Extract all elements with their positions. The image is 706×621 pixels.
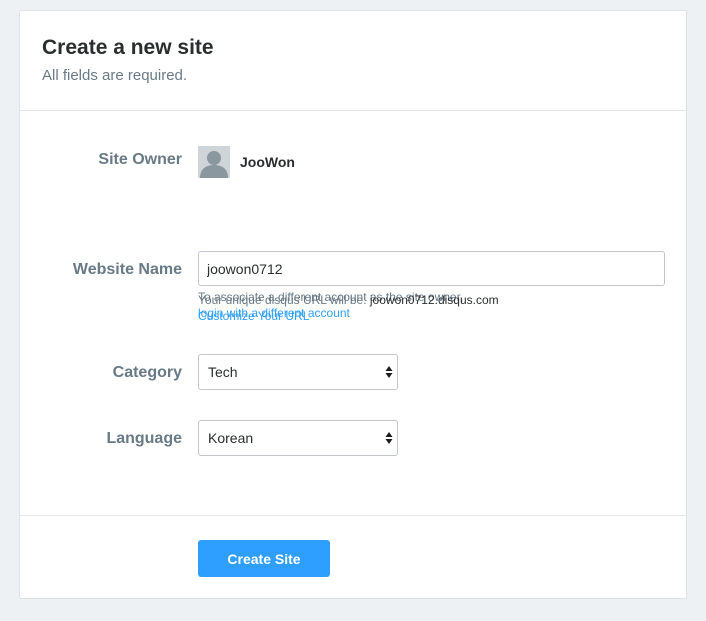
language-label: Language <box>106 430 182 447</box>
disqus-url: joowon0712.disqus.com <box>369 293 499 307</box>
url-help-text: Your unique disqus URL will be: joowon07… <box>198 292 499 308</box>
create-site-button[interactable]: Create Site <box>198 540 330 577</box>
select-arrows-icon <box>385 366 393 378</box>
url-help-prefix: Your unique disqus URL will be: <box>198 293 367 307</box>
site-owner-label: Site Owner <box>98 151 182 168</box>
website-name-label: Website Name <box>72 261 182 278</box>
category-label: Category <box>112 364 182 381</box>
page-subtitle: All fields are required. <box>42 67 188 84</box>
user-avatar-icon <box>198 146 230 178</box>
card-header: Create a new site All fields are require… <box>20 11 686 111</box>
form-body: Site Owner JooWon To associate a differe… <box>20 111 686 516</box>
category-selected-value: Tech <box>208 364 238 380</box>
customize-url-link[interactable]: Customize Your URL <box>198 308 309 324</box>
category-select[interactable]: Tech <box>198 354 398 390</box>
avatar <box>198 146 230 178</box>
create-site-card: Create a new site All fields are require… <box>19 10 687 599</box>
select-arrows-icon <box>385 432 393 444</box>
language-select[interactable]: Korean <box>198 420 398 456</box>
page-title: Create a new site <box>42 36 214 59</box>
form-footer: Create Site <box>20 516 686 598</box>
website-name-input[interactable] <box>198 251 665 286</box>
language-selected-value: Korean <box>208 430 254 446</box>
owner-name: JooWon <box>240 154 295 170</box>
